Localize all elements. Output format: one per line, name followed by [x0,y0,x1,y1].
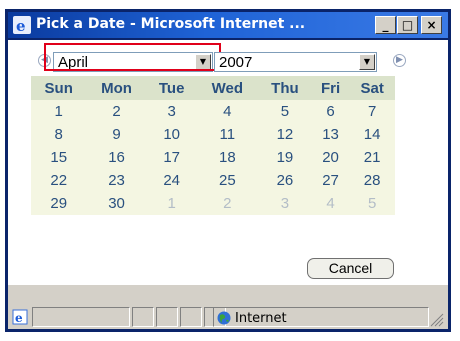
security-zone-label: Internet [235,311,287,326]
calendar-day[interactable]: 25 [197,169,258,192]
weekday-header: Mon [86,76,147,100]
calendar-day[interactable]: 13 [312,123,349,146]
calendar-day[interactable]: 2 [86,100,146,123]
svg-text:e: e [15,311,23,325]
calendar-day[interactable]: 18 [197,146,258,169]
calendar-day[interactable]: 9 [86,123,146,146]
calendar-day[interactable]: 3 [147,100,197,123]
svg-text:e: e [16,17,26,34]
calendar-day-other-month[interactable]: 1 [147,192,197,215]
browser-window: e Pick a Date - Microsoft Internet ... _… [5,9,451,332]
calendar-day[interactable]: 30 [86,192,146,215]
calendar-day[interactable]: 27 [312,169,349,192]
calendar-day[interactable]: 7 [349,100,395,123]
cancel-button[interactable]: Cancel [307,258,394,279]
calendar-day[interactable]: 10 [147,123,197,146]
calendar-day[interactable]: 15 [31,146,86,169]
resize-grip-icon[interactable] [428,311,444,327]
calendar-week-row: 15 16 17 18 19 20 21 [31,146,395,169]
year-select[interactable]: 2007 ▼ [214,52,377,72]
minimize-button[interactable]: _ [375,16,396,34]
calendar-day[interactable]: 29 [31,192,86,215]
date-picker-content: ◀ April ▼ 2007 ▼ ▶ Sun Mon Tue Wed Thu F… [8,40,448,285]
weekday-header: Fri [311,76,350,100]
internet-explorer-icon: e [13,16,31,34]
calendar-week-row: 8 9 10 11 12 13 14 [31,123,395,146]
calendar-day[interactable]: 4 [197,100,258,123]
calendar-day[interactable]: 5 [258,100,312,123]
year-select-value: 2007 [219,54,253,71]
calendar-day[interactable]: 16 [86,146,146,169]
calendar-day[interactable]: 22 [31,169,86,192]
next-month-icon[interactable]: ▶ [393,54,406,67]
title-bar[interactable]: e Pick a Date - Microsoft Internet ... _… [8,12,448,38]
status-message-pane [32,307,130,327]
calendar-week-row: 1234567 [31,100,395,123]
weekday-header: Thu [258,76,312,100]
calendar-day[interactable]: 17 [147,146,197,169]
calendar-day-other-month[interactable]: 5 [349,192,395,215]
chevron-down-icon[interactable]: ▼ [359,54,375,70]
weekday-header-row: Sun Mon Tue Wed Thu Fri Sat [31,76,395,100]
calendar-day[interactable]: 6 [312,100,349,123]
calendar-day[interactable]: 24 [147,169,197,192]
weekday-header: Wed [196,76,259,100]
calendar-day[interactable]: 11 [197,123,258,146]
status-pane [180,307,202,327]
close-button[interactable]: × [421,16,442,34]
calendar-day[interactable]: 23 [86,169,146,192]
calendar-day[interactable]: 8 [31,123,86,146]
status-bar: e Internet [8,285,448,329]
weekday-header: Sun [31,76,87,100]
internet-zone-globe-icon [217,311,231,325]
month-select-highlight [44,43,221,71]
calendar-day[interactable]: 1 [31,100,86,123]
calendar-day-other-month[interactable]: 3 [258,192,312,215]
calendar-day[interactable]: 14 [349,123,395,146]
maximize-button[interactable]: □ [397,16,418,34]
weekday-header: Sat [349,76,395,100]
calendar-day[interactable]: 20 [312,146,349,169]
calendar-day-other-month[interactable]: 2 [197,192,258,215]
status-pane [156,307,178,327]
calendar-grid: Sun Mon Tue Wed Thu Fri Sat 1 2 3 4 5 6 7 8 9 10 1… [31,76,395,215]
weekday-header: Tue [146,76,197,100]
page-icon: e [12,309,28,325]
calendar-day[interactable]: 19 [258,146,312,169]
calendar-week-row: 22 23 24 25 26 27 28 [31,169,395,192]
status-pane [132,307,154,327]
calendar-day-other-month[interactable]: 4 [312,192,349,215]
calendar-day[interactable]: 12 [258,123,312,146]
calendar-day[interactable]: 26 [258,169,312,192]
calendar-week-row: 29 30 1 2 3 4 5 [31,192,395,215]
window-title: Pick a Date - Microsoft Internet ... [36,16,306,32]
calendar-day[interactable]: 28 [349,169,395,192]
calendar-day[interactable]: 21 [349,146,395,169]
